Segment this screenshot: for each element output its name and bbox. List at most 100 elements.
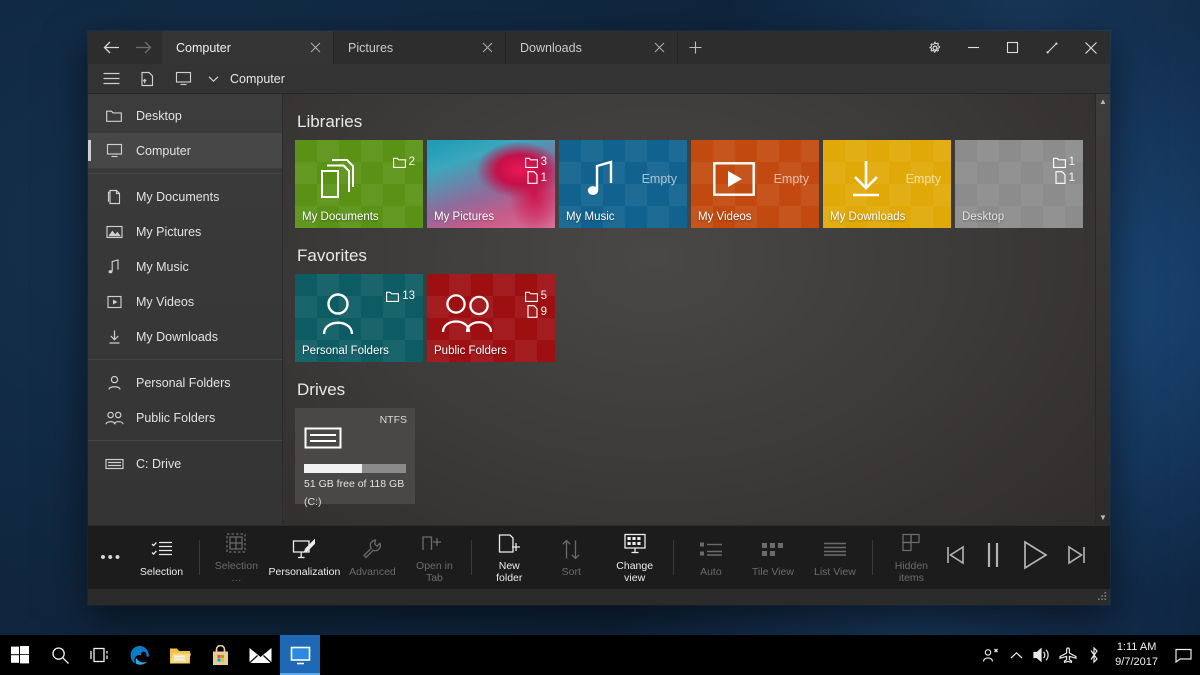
sidebar-item-my-documents[interactable]: My Documents	[88, 179, 282, 214]
gear-icon[interactable]	[915, 31, 954, 64]
next-track-button[interactable]	[1066, 543, 1088, 572]
monitor-icon	[104, 143, 124, 158]
sidebar-item-desktop[interactable]: Desktop	[88, 98, 282, 133]
scroll-up-icon[interactable]: ▲	[1096, 94, 1110, 109]
bluetooth-icon[interactable]	[1081, 635, 1107, 675]
new-tab-button[interactable]	[678, 31, 712, 64]
folder-count-value: 2	[409, 156, 415, 168]
toolbar-change-view[interactable]: Change view	[602, 526, 667, 589]
toolbar-tile-view[interactable]: Tile View	[742, 526, 804, 589]
folder-count: 5	[525, 290, 547, 302]
sidebar-item-my-videos[interactable]: My Videos	[88, 284, 282, 319]
show-hidden-icons-icon[interactable]	[1003, 635, 1029, 675]
mail-icon[interactable]	[240, 635, 280, 675]
sidebar-item-label: Personal Folders	[136, 376, 231, 390]
tile-my-music[interactable]: Empty My Music	[559, 140, 687, 228]
monitor-icon[interactable]	[166, 65, 200, 93]
task-view-icon[interactable]	[80, 635, 120, 675]
airplane-mode-icon[interactable]	[1055, 635, 1081, 675]
pause-button[interactable]	[982, 541, 1004, 574]
sidebar-item-computer[interactable]: Computer	[88, 133, 282, 168]
edge-icon[interactable]	[120, 635, 160, 675]
sidebar-item-personal-folders[interactable]: Personal Folders	[88, 365, 282, 400]
scroll-down-icon[interactable]: ▼	[1096, 510, 1110, 525]
toolbar-open-in-tab[interactable]: Open in Tab	[403, 526, 465, 589]
clock-date: 9/7/2017	[1115, 655, 1158, 670]
toolbar-list-view[interactable]: List View	[804, 526, 866, 589]
tile-my-videos[interactable]: Empty My Videos	[691, 140, 819, 228]
minimize-button[interactable]	[954, 31, 993, 64]
windows-logo-icon[interactable]	[0, 635, 40, 675]
document-icon	[104, 189, 124, 205]
volume-icon[interactable]	[1029, 635, 1055, 675]
file-manager-icon[interactable]	[280, 635, 320, 675]
sidebar-item-my-music[interactable]: My Music	[88, 249, 282, 284]
sidebar-item-c-drive[interactable]: C: Drive	[88, 446, 282, 481]
toolbar-label: Tile View	[752, 566, 794, 578]
person-icon	[104, 375, 124, 391]
tile-label: Desktop	[962, 211, 1004, 223]
toolbar-hidden-items[interactable]: Hidden items	[879, 526, 944, 589]
sidebar-item-public-folders[interactable]: Public Folders	[88, 400, 282, 435]
tile-desktop[interactable]: 1 1 Desktop	[955, 140, 1083, 228]
vertical-scrollbar[interactable]: ▲ ▼	[1095, 94, 1110, 525]
tile-my-pictures[interactable]: 3 1 My Pictures	[427, 140, 555, 228]
toolbar-selection-options[interactable]: Selection …	[205, 526, 267, 589]
chevron-down-icon[interactable]	[202, 65, 224, 93]
music-note-icon	[573, 156, 631, 202]
close-button[interactable]	[1071, 31, 1110, 64]
tile-personal-folders[interactable]: 13 Personal Folders	[295, 274, 423, 362]
clock[interactable]: 1:11 AM 9/7/2017	[1107, 635, 1168, 675]
tile-my-downloads[interactable]: Empty My Downloads	[823, 140, 951, 228]
drive-icon	[304, 427, 406, 454]
documents-icon	[309, 156, 367, 202]
toolbar-label: Change view	[609, 560, 660, 584]
maximize-button[interactable]	[993, 31, 1032, 64]
go-up-icon[interactable]	[130, 65, 164, 93]
file-count: 1	[1055, 171, 1075, 184]
folder-count-value: 3	[541, 156, 547, 168]
overflow-menu-button[interactable]: •••	[92, 526, 131, 589]
forward-arrow-icon[interactable]	[128, 33, 158, 63]
tab-computer[interactable]: Computer	[162, 31, 334, 64]
file-explorer-icon[interactable]	[160, 635, 200, 675]
sidebar-item-my-pictures[interactable]: My Pictures	[88, 214, 282, 249]
open-in-tab-icon	[422, 531, 446, 555]
toolbar-advanced[interactable]: Advanced	[341, 526, 403, 589]
toolbar-auto-view[interactable]: Auto	[680, 526, 742, 589]
sidebar-item-my-downloads[interactable]: My Downloads	[88, 319, 282, 354]
previous-track-button[interactable]	[944, 543, 966, 572]
search-icon[interactable]	[40, 635, 80, 675]
close-icon[interactable]	[477, 38, 497, 58]
sort-icon	[561, 537, 581, 561]
window-controls	[915, 31, 1110, 64]
drive-tile[interactable]: NTFS 51 GB free of 118 GB (C:)	[295, 408, 415, 516]
tab-label: Computer	[176, 41, 305, 55]
store-icon[interactable]	[200, 635, 240, 675]
play-icon	[705, 156, 763, 202]
tile-label: Personal Folders	[302, 345, 389, 357]
drive-usage-bar	[304, 464, 406, 473]
people-icon[interactable]	[977, 635, 1003, 675]
tab-pictures[interactable]: Pictures	[334, 31, 506, 64]
file-manager-window: Computer Pictures Downloads	[88, 31, 1110, 605]
play-button[interactable]	[1020, 539, 1050, 576]
toolbar-selection[interactable]: Selection	[131, 526, 193, 589]
fullscreen-button[interactable]	[1032, 31, 1071, 64]
toolbar-divider	[199, 540, 200, 575]
toolbar-sort[interactable]: Sort	[540, 526, 602, 589]
close-icon[interactable]	[649, 38, 669, 58]
breadcrumb-path[interactable]: Computer	[230, 72, 285, 86]
action-center-icon[interactable]	[1168, 635, 1198, 675]
toolbar-new-folder[interactable]: New folder	[478, 526, 540, 589]
toolbar-personalization[interactable]: Personalization	[267, 526, 341, 589]
hamburger-icon[interactable]	[94, 65, 128, 93]
resize-grip[interactable]	[1098, 592, 1107, 603]
tile-my-documents[interactable]: 2 My Documents	[295, 140, 423, 228]
tab-downloads[interactable]: Downloads	[506, 31, 678, 64]
tab-strip: Computer Pictures Downloads	[162, 31, 915, 64]
back-arrow-icon[interactable]	[96, 33, 126, 63]
tile-public-folders[interactable]: 5 9 Public Folders	[427, 274, 555, 362]
close-icon[interactable]	[305, 38, 325, 58]
toolbar-label: Hidden items	[886, 560, 937, 584]
